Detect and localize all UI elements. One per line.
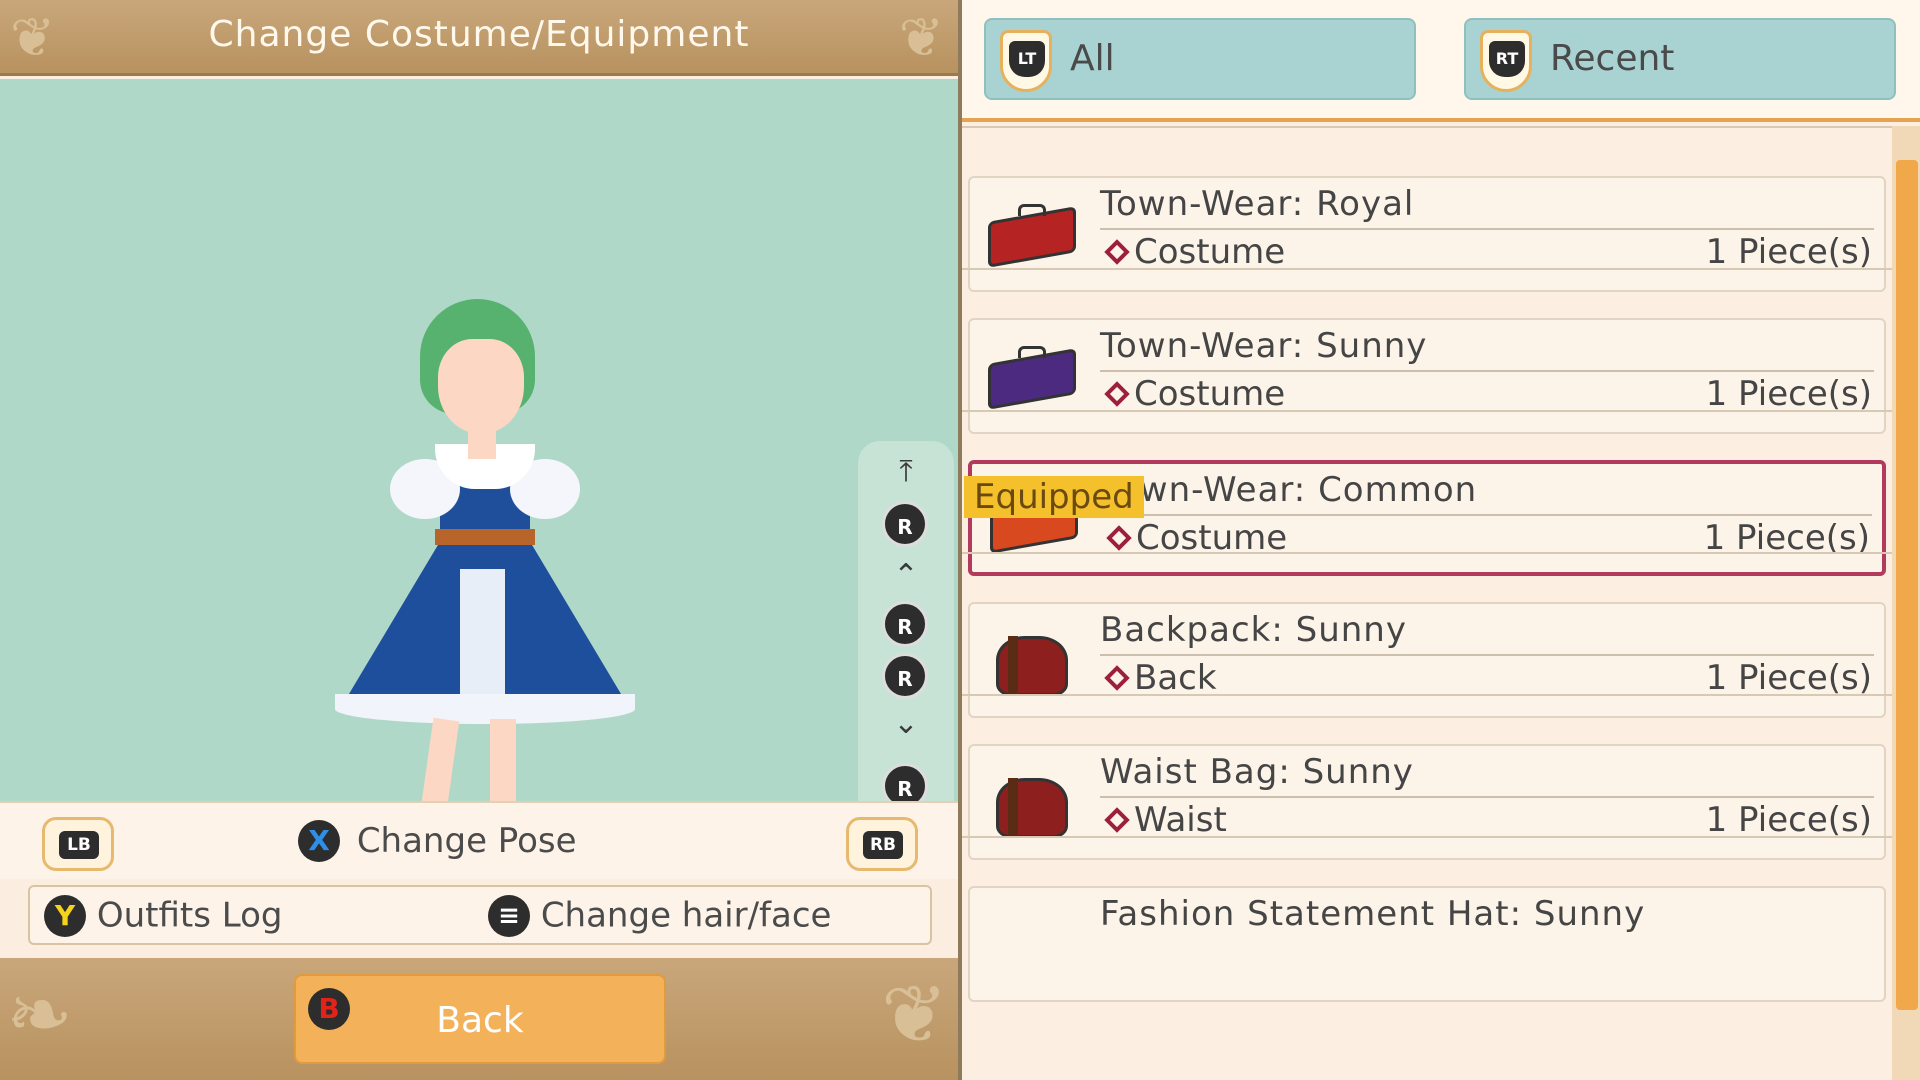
bag-strap	[1008, 778, 1018, 838]
character-belt	[435, 529, 535, 545]
outfits-log-button[interactable]: Y Outfits Log	[44, 894, 282, 937]
change-hair-face-button[interactable]: ≡ Change hair/face	[488, 894, 831, 937]
character-preview[interactable]: ⤒ R ⌃ R R ⌄ R ⤓	[0, 79, 958, 873]
item-name: Waist Bag: Sunny	[1100, 752, 1414, 792]
ornament-icon: ❦	[898, 6, 944, 69]
item-type-label: Costume	[1134, 374, 1286, 414]
lb-icon: LB	[59, 831, 99, 859]
item-type-label: Back	[1134, 658, 1217, 698]
bag-body	[996, 636, 1068, 696]
bag-strap	[1008, 636, 1018, 696]
item-type-label: Costume	[1134, 232, 1286, 272]
rt-label: RT	[1489, 41, 1525, 77]
control-bar-secondary: Y Outfits Log ≡ Change hair/face	[28, 885, 932, 945]
item-divider	[1100, 654, 1874, 656]
y-button-icon: Y	[44, 894, 86, 937]
scrollbar-thumb[interactable]	[1896, 160, 1918, 1010]
item-type-label: Waist	[1134, 800, 1227, 840]
waist-bag-icon	[988, 772, 1078, 838]
item-quantity: 1 Piece(s)	[1705, 232, 1872, 272]
menu-button-icon: ≡	[488, 894, 530, 937]
item-type: Costume	[1098, 374, 1285, 414]
ornament-icon: ❧	[6, 968, 74, 1061]
page-title: Change Costume/Equipment	[208, 14, 750, 55]
item-divider	[1102, 514, 1872, 516]
item-name: Town-Wear: Royal	[1100, 184, 1415, 224]
item-quantity: 1 Piece(s)	[1705, 800, 1872, 840]
list-item[interactable]: Fashion Statement Hat: Sunny	[962, 836, 1892, 1010]
tab-recent-label: Recent	[1550, 38, 1675, 79]
rb-icon: RB	[863, 831, 903, 859]
right-stick-left-icon: R	[882, 601, 928, 647]
character-face	[438, 339, 524, 434]
zoom-in-icon[interactable]: ⌃	[858, 559, 954, 593]
x-button-icon: X	[298, 819, 340, 862]
diamond-icon	[1104, 380, 1130, 407]
item-divider	[1100, 228, 1874, 230]
item-name: Backpack: Sunny	[1100, 610, 1407, 650]
character-model[interactable]	[320, 219, 640, 859]
bag-body	[996, 778, 1068, 838]
bottom-bar: ❧ B Back ❦	[0, 958, 958, 1080]
preview-panel: ❦ Change Costume/Equipment ❦ ⤒ R ⌃ R R ⌄…	[0, 0, 958, 1080]
title-bar: ❦ Change Costume/Equipment ❦	[0, 0, 958, 76]
item-type: Waist	[1098, 800, 1227, 840]
item-name: Town-Wear: Common	[1102, 470, 1478, 510]
change-pose-label: Change Pose	[356, 820, 577, 861]
ornament-icon: ❦	[880, 968, 948, 1061]
rt-icon: RT	[1480, 30, 1532, 92]
character-frill	[335, 694, 635, 724]
inventory-panel: LT All RT Recent Town-Wear: Royal Costum…	[962, 0, 1920, 1080]
suitcase-handle	[1018, 346, 1046, 358]
rb-button[interactable]: RB	[846, 817, 918, 871]
zoom-out-icon[interactable]: ⌄	[858, 707, 954, 741]
tab-recent[interactable]: RT Recent	[1464, 18, 1896, 100]
hat-icon	[988, 914, 1078, 974]
suitcase-red-icon	[988, 204, 1078, 268]
suitcase-purple-icon	[988, 346, 1078, 410]
diamond-icon	[1104, 238, 1130, 265]
arrow-up-top-icon[interactable]: ⤒	[858, 455, 954, 489]
item-list[interactable]: Town-Wear: Royal Costume 1 Piece(s) Town…	[962, 126, 1892, 1080]
tabs-bar: LT All RT Recent	[962, 0, 1920, 122]
suitcase-handle	[1018, 204, 1046, 216]
item-card[interactable]: Fashion Statement Hat: Sunny	[968, 886, 1886, 1002]
lt-label: LT	[1009, 41, 1045, 77]
item-type: Costume	[1098, 232, 1285, 272]
change-pose-button[interactable]: X Change Pose	[298, 819, 577, 862]
backpack-icon	[988, 630, 1078, 696]
item-divider	[1100, 796, 1874, 798]
item-name: Fashion Statement Hat: Sunny	[1100, 894, 1646, 934]
change-hair-face-label: Change hair/face	[540, 895, 832, 936]
right-stick-icon: R	[882, 501, 928, 547]
back-label: Back	[436, 1000, 524, 1041]
item-name: Town-Wear: Sunny	[1100, 326, 1428, 366]
diamond-icon	[1106, 524, 1132, 551]
tab-all[interactable]: LT All	[984, 18, 1416, 100]
right-stick-right-icon: R	[882, 653, 928, 699]
lb-button[interactable]: LB	[42, 817, 114, 871]
item-quantity: 1 Piece(s)	[1705, 658, 1872, 698]
item-divider	[1100, 370, 1874, 372]
lt-icon: LT	[1000, 30, 1052, 92]
outfits-log-label: Outfits Log	[96, 895, 283, 936]
item-type: Back	[1098, 658, 1217, 698]
control-bar: LB X Change Pose RB	[0, 801, 958, 879]
back-button[interactable]: B Back	[294, 974, 666, 1064]
item-quantity: 1 Piece(s)	[1705, 374, 1872, 414]
diamond-icon	[1104, 806, 1130, 833]
tab-all-label: All	[1070, 38, 1115, 79]
equipped-badge: Equipped	[964, 476, 1144, 518]
diamond-icon	[1104, 664, 1130, 691]
